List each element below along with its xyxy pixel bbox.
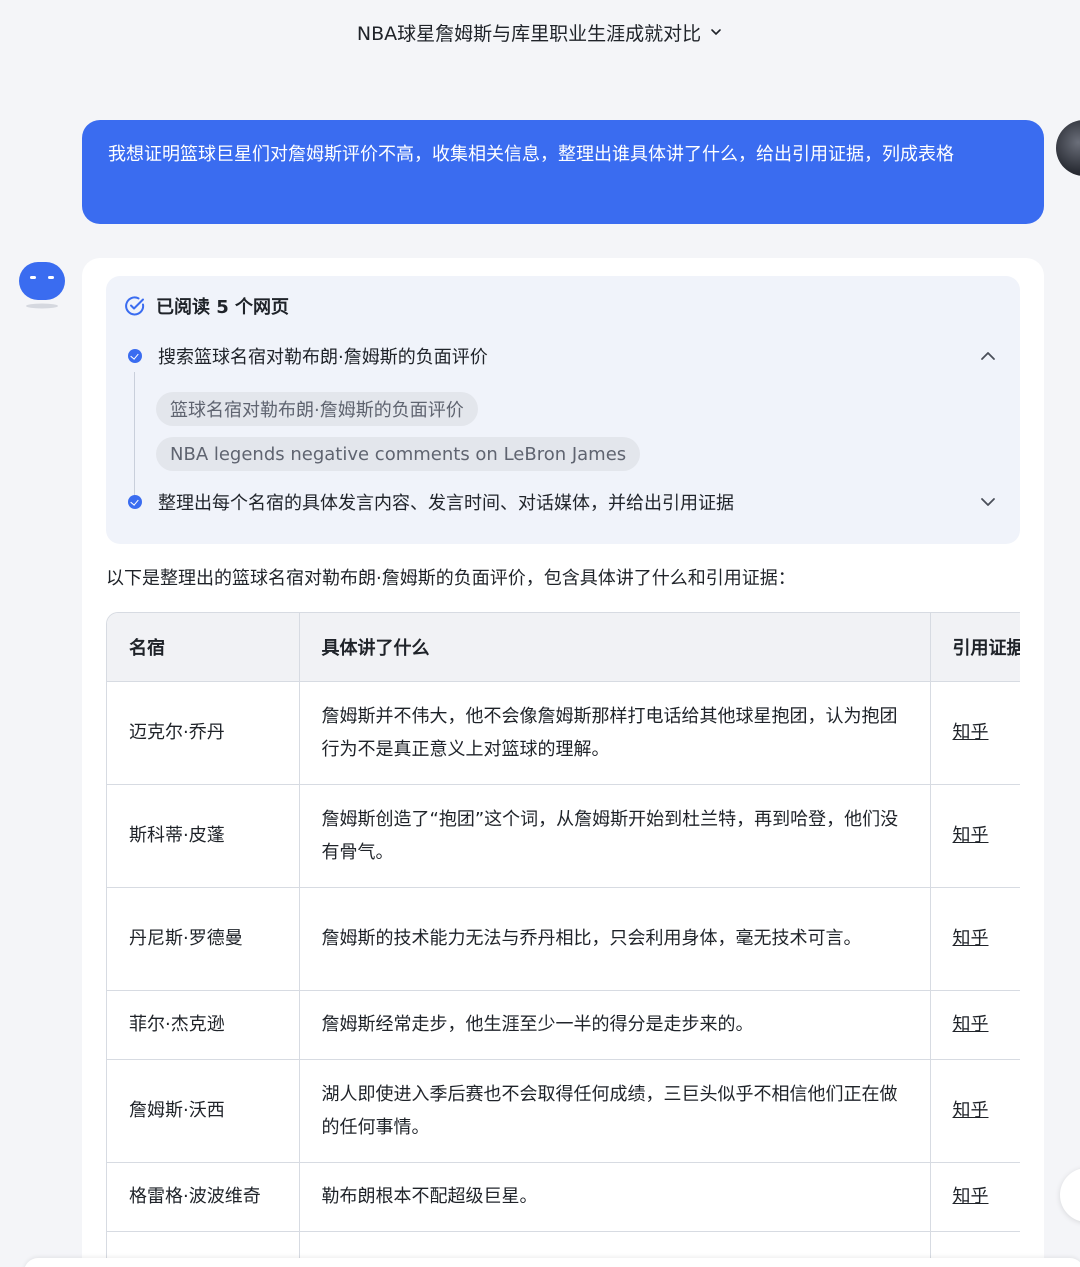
legend-name: 迈克尔·乔丹 bbox=[107, 681, 300, 785]
assistant-message-card: 已阅读 5 个网页 搜索篮球名宿对勒布朗·詹姆斯的负面评价 篮球名宿对勒布朗·詹… bbox=[82, 258, 1044, 1267]
conversation-title-bar[interactable]: NBA球星詹姆斯与库里职业生涯成就对比 bbox=[0, 0, 1080, 64]
source-link[interactable]: 知乎 bbox=[953, 1014, 989, 1035]
reading-title: 已阅读 5 个网页 bbox=[156, 297, 290, 318]
column-header-quote: 具体讲了什么 bbox=[299, 613, 931, 682]
step-organize-label: 整理出每个名宿的具体发言内容、发言时间、对话媒体，并给出引用证据 bbox=[158, 493, 734, 514]
quote-text: 詹姆斯并不伟大，他不会像詹姆斯那样打电话给其他球星抱团，认为抱团行为不是真正意义… bbox=[299, 681, 931, 785]
quote-text: 湖人即使进入季后赛也不会取得任何成绩，三巨头似乎不相信他们正在做的任何事情。 bbox=[299, 1059, 931, 1163]
quote-text: 詹姆斯创造了“抱团”这个词，从詹姆斯开始到杜兰特，再到哈登，他们没有骨气。 bbox=[299, 784, 931, 888]
legend-name: 格雷格·波波维奇 bbox=[107, 1162, 300, 1232]
user-avatar bbox=[1056, 120, 1080, 176]
table-row: 迈克尔·乔丹 詹姆斯并不伟大，他不会像詹姆斯那样打电话给其他球星抱团，认为抱团行… bbox=[107, 681, 1020, 785]
table-row: 斯科蒂·皮蓬 詹姆斯创造了“抱团”这个词，从詹姆斯开始到杜兰特，再到哈登，他们没… bbox=[107, 784, 1020, 888]
step-done-icon bbox=[128, 349, 142, 363]
chevron-up-icon[interactable] bbox=[978, 346, 998, 366]
legend-name: 丹尼斯·罗德曼 bbox=[107, 887, 300, 991]
search-query-chip[interactable]: NBA legends negative comments on LeBron … bbox=[156, 437, 641, 471]
conversation-title: NBA球星詹姆斯与库里职业生涯成就对比 bbox=[356, 22, 702, 45]
quote-text: 詹姆斯经常走步，他生涯至少一半的得分是走步来的。 bbox=[299, 990, 931, 1060]
step-done-icon bbox=[128, 495, 142, 509]
step-search[interactable]: 搜索篮球名宿对勒布朗·詹姆斯的负面评价 bbox=[128, 342, 488, 370]
step-search-label: 搜索篮球名宿对勒布朗·詹姆斯的负面评价 bbox=[158, 347, 488, 368]
source-link[interactable]: 知乎 bbox=[953, 1186, 989, 1207]
chevron-down-icon[interactable] bbox=[978, 492, 998, 512]
assistant-avatar-icon bbox=[19, 262, 65, 309]
table-header-row: 名宿 具体讲了什么 引用证据 bbox=[107, 613, 1020, 682]
table-row: 詹姆斯·沃西 湖人即使进入季后赛也不会取得任何成绩，三巨头似乎不相信他们正在做的… bbox=[107, 1059, 1020, 1163]
web-reading-panel: 已阅读 5 个网页 搜索篮球名宿对勒布朗·詹姆斯的负面评价 篮球名宿对勒布朗·詹… bbox=[106, 276, 1020, 544]
input-bar[interactable] bbox=[24, 1258, 1080, 1267]
source-link[interactable]: 知乎 bbox=[953, 825, 989, 846]
step-organize[interactable]: 整理出每个名宿的具体发言内容、发言时间、对话媒体，并给出引用证据 bbox=[128, 488, 734, 516]
table-row: 菲尔·杰克逊 詹姆斯经常走步，他生涯至少一半的得分是走步来的。 知乎 bbox=[107, 990, 1020, 1060]
quote-text: 勒布朗根本不配超级巨星。 bbox=[299, 1162, 931, 1232]
step-connector bbox=[134, 372, 135, 504]
column-header-source: 引用证据 bbox=[930, 613, 1020, 682]
legend-name: 菲尔·杰克逊 bbox=[107, 990, 300, 1060]
table-row: 格雷格·波波维奇 勒布朗根本不配超级巨星。 知乎 bbox=[107, 1162, 1020, 1232]
user-message-bubble: 我想证明篮球巨星们对詹姆斯评价不高，收集相关信息，整理出谁具体讲了什么，给出引用… bbox=[82, 120, 1044, 224]
check-circle-icon bbox=[125, 296, 145, 316]
answer-intro: 以下是整理出的篮球名宿对勒布朗·詹姆斯的负面评价，包含具体讲了什么和引用证据： bbox=[106, 568, 796, 589]
user-message-text: 我想证明篮球巨星们对詹姆斯评价不高，收集相关信息，整理出谁具体讲了什么，给出引用… bbox=[108, 144, 954, 165]
source-link[interactable]: 知乎 bbox=[953, 928, 989, 949]
table-row: 丹尼斯·罗德曼 詹姆斯的技术能力无法与乔丹相比，只会利用身体，毫无技术可言。 知… bbox=[107, 887, 1020, 991]
search-query-chip[interactable]: 篮球名宿对勒布朗·詹姆斯的负面评价 bbox=[156, 392, 478, 426]
comments-table[interactable]: 名宿 具体讲了什么 引用证据 迈克尔·乔丹 詹姆斯并不伟大，他不会像詹姆斯那样打… bbox=[106, 612, 1020, 1267]
reading-summary: 已阅读 5 个网页 bbox=[124, 292, 289, 320]
quote-text: 詹姆斯的技术能力无法与乔丹相比，只会利用身体，毫无技术可言。 bbox=[299, 887, 931, 991]
legend-name: 詹姆斯·沃西 bbox=[107, 1059, 300, 1163]
scroll-button[interactable] bbox=[1060, 1168, 1080, 1222]
legend-name: 斯科蒂·皮蓬 bbox=[107, 784, 300, 888]
source-link[interactable]: 知乎 bbox=[953, 722, 989, 743]
column-header-name: 名宿 bbox=[107, 613, 300, 682]
source-link[interactable]: 知乎 bbox=[953, 1100, 989, 1121]
chevron-down-icon bbox=[711, 29, 721, 36]
